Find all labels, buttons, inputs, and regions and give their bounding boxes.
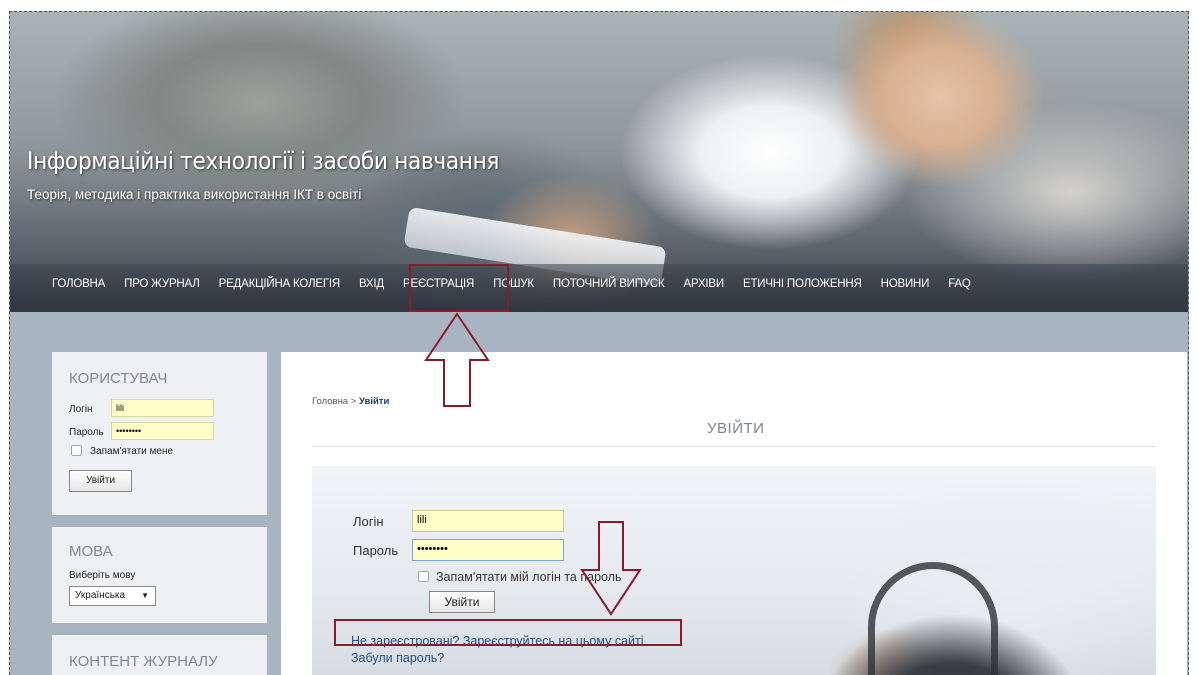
password-input[interactable]: •••••••• (412, 539, 564, 561)
annotation-box-register-link (334, 619, 682, 646)
login-input[interactable]: lili (412, 510, 564, 532)
nav-item-ethics[interactable]: Етичні положення (743, 278, 862, 290)
site-title[interactable]: Інформаційні технології і засоби навчанн… (27, 147, 499, 175)
breadcrumb: Головна > Увійти (312, 396, 389, 407)
breadcrumb-separator: > (350, 396, 357, 407)
annotation-arrow-up-icon (424, 312, 490, 407)
password-label: Пароль (353, 543, 399, 558)
heading-divider (312, 446, 1156, 447)
nav-item-editorial-board[interactable]: Редакційна колегія (219, 278, 341, 290)
sidebar-password-input[interactable]: •••••••• (111, 422, 214, 440)
language-select-value: Українська (75, 590, 126, 601)
annotation-arrow-down-icon (580, 521, 642, 616)
nav-item-faq[interactable]: FAQ (948, 278, 971, 290)
forgot-password-link[interactable]: Забули пароль? (351, 651, 444, 665)
login-button[interactable]: Увійти (429, 591, 495, 613)
annotation-box-register-nav (409, 264, 509, 312)
sidebar-language-title: Мова (69, 543, 113, 560)
sidebar-user-block: Користувач Логін lili Пароль •••••••• За… (52, 352, 267, 515)
nav-item-home[interactable]: Головна (52, 278, 105, 290)
sidebar-content-title: Контент журналу (69, 653, 218, 670)
main-navigation: Головна Про журнал Редакційна колегія Вх… (10, 264, 1188, 312)
sidebar-content-block: Контент журналу (52, 635, 267, 675)
page-title: Увійти (707, 420, 765, 437)
nav-item-news[interactable]: Новини (881, 278, 930, 290)
site-subtitle: Теорія, методика і практика використання… (27, 187, 362, 202)
sidebar-user-title: Користувач (69, 370, 168, 387)
sidebar-login-label: Логін (69, 404, 93, 415)
remember-checkbox[interactable] (418, 571, 429, 582)
breadcrumb-current: Увійти (358, 396, 390, 407)
headphones-image (868, 562, 998, 675)
sidebar-login-input[interactable]: lili (111, 399, 214, 417)
sidebar-language-block: Мова Виберіть мову Українська ▼ (52, 527, 267, 623)
chevron-down-icon: ▼ (141, 591, 149, 600)
browser-page: Інформаційні технології і засоби навчанн… (9, 11, 1189, 675)
breadcrumb-home-link[interactable]: Головна (312, 396, 348, 407)
sidebar-remember-checkbox[interactable] (71, 445, 82, 456)
sidebar-password-label: Пароль (69, 427, 104, 438)
login-label: Логін (353, 514, 384, 529)
nav-item-login[interactable]: Вхід (359, 278, 384, 290)
sidebar-remember-label: Запам'ятати мене (90, 446, 174, 457)
nav-item-about[interactable]: Про журнал (124, 278, 200, 290)
sidebar-login-button[interactable]: Увійти (69, 470, 132, 492)
sidebar-language-label: Виберіть мову (69, 570, 136, 581)
language-select[interactable]: Українська ▼ (69, 586, 156, 606)
nav-item-archives[interactable]: Архіви (684, 278, 725, 290)
nav-item-current-issue[interactable]: Поточний випуск (553, 278, 665, 290)
